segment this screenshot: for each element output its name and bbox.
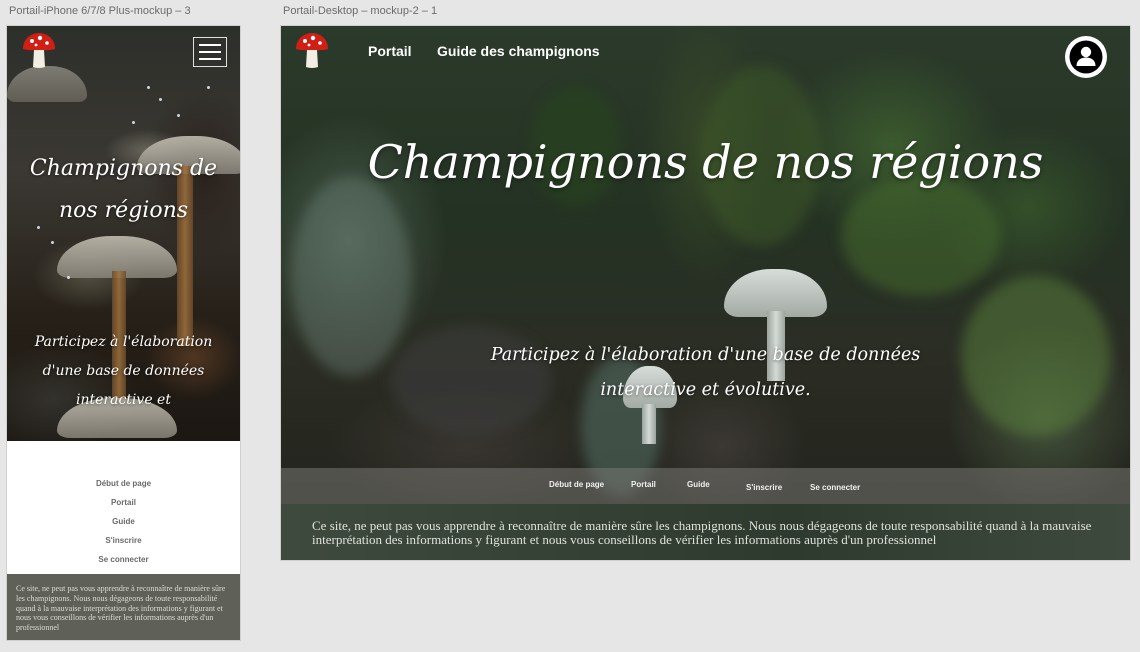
water-drop (177, 114, 180, 117)
footer-link-top[interactable]: Début de page (96, 474, 151, 493)
mobile-footer-nav: Début de page Portail Guide S'inscrire S… (7, 441, 240, 574)
page-subtitle: Participez à l'élaboration d'une base de… (490, 345, 921, 400)
desktop-artboard-label: Portail-Desktop – mockup-2 – 1 (283, 5, 438, 17)
footer-link-portail[interactable]: Portail (111, 493, 136, 512)
water-drop (67, 276, 70, 279)
desktop-footer-nav: Début de page Portail Guide S'inscrire S… (281, 468, 1130, 504)
mushroom-stem-shape (642, 404, 656, 444)
water-drop (159, 98, 162, 101)
footer-link-login[interactable]: Se connecter (98, 550, 148, 569)
mushroom-cap-shape (7, 66, 87, 102)
footer-link-signup[interactable]: S'inscrire (746, 483, 782, 492)
water-drop (51, 241, 54, 244)
nav-link-guide[interactable]: Guide des champignons (437, 43, 600, 59)
mushroom-logo-icon[interactable] (294, 32, 330, 70)
mobile-hero: Champignons de nos régions Participez à … (7, 26, 240, 441)
mobile-artboard: Champignons de nos régions Participez à … (7, 26, 240, 640)
footer-link-top[interactable]: Début de page (549, 480, 604, 489)
foliage-shape (841, 176, 1001, 296)
mushroom-cap-shape (724, 269, 827, 317)
user-account-icon[interactable] (1064, 35, 1108, 79)
desktop-artboard: Portail Guide des champignons Champignon… (281, 26, 1130, 560)
page-title: Champignons de nos régions (367, 135, 1044, 189)
footer-link-portail[interactable]: Portail (631, 480, 656, 489)
water-drop (207, 86, 210, 89)
footer-link-login[interactable]: Se connecter (810, 483, 860, 492)
water-drop (132, 121, 135, 124)
foliage-shape (961, 276, 1111, 436)
footer-link-signup[interactable]: S'inscrire (105, 531, 141, 550)
foliage-shape (291, 176, 411, 376)
footer-link-guide[interactable]: Guide (112, 512, 135, 531)
page-title: Champignons de nos régions (29, 156, 218, 223)
nav-link-portail[interactable]: Portail (368, 43, 412, 59)
mobile-disclaimer: Ce site, ne peut pas vous apprendre à re… (7, 574, 240, 640)
desktop-hero: Portail Guide des champignons Champignon… (281, 26, 1130, 504)
footer-link-guide[interactable]: Guide (687, 480, 710, 489)
desktop-disclaimer: Ce site, ne peut pas vous apprendre à re… (281, 504, 1130, 560)
mushroom-logo-icon[interactable] (21, 32, 57, 70)
water-drop (147, 86, 150, 89)
page-subtitle: Participez à l'élaboration d'une base de… (34, 334, 213, 408)
hamburger-menu-icon[interactable] (193, 37, 227, 67)
mobile-artboard-label: Portail-iPhone 6/7/8 Plus-mockup – 3 (9, 5, 191, 17)
